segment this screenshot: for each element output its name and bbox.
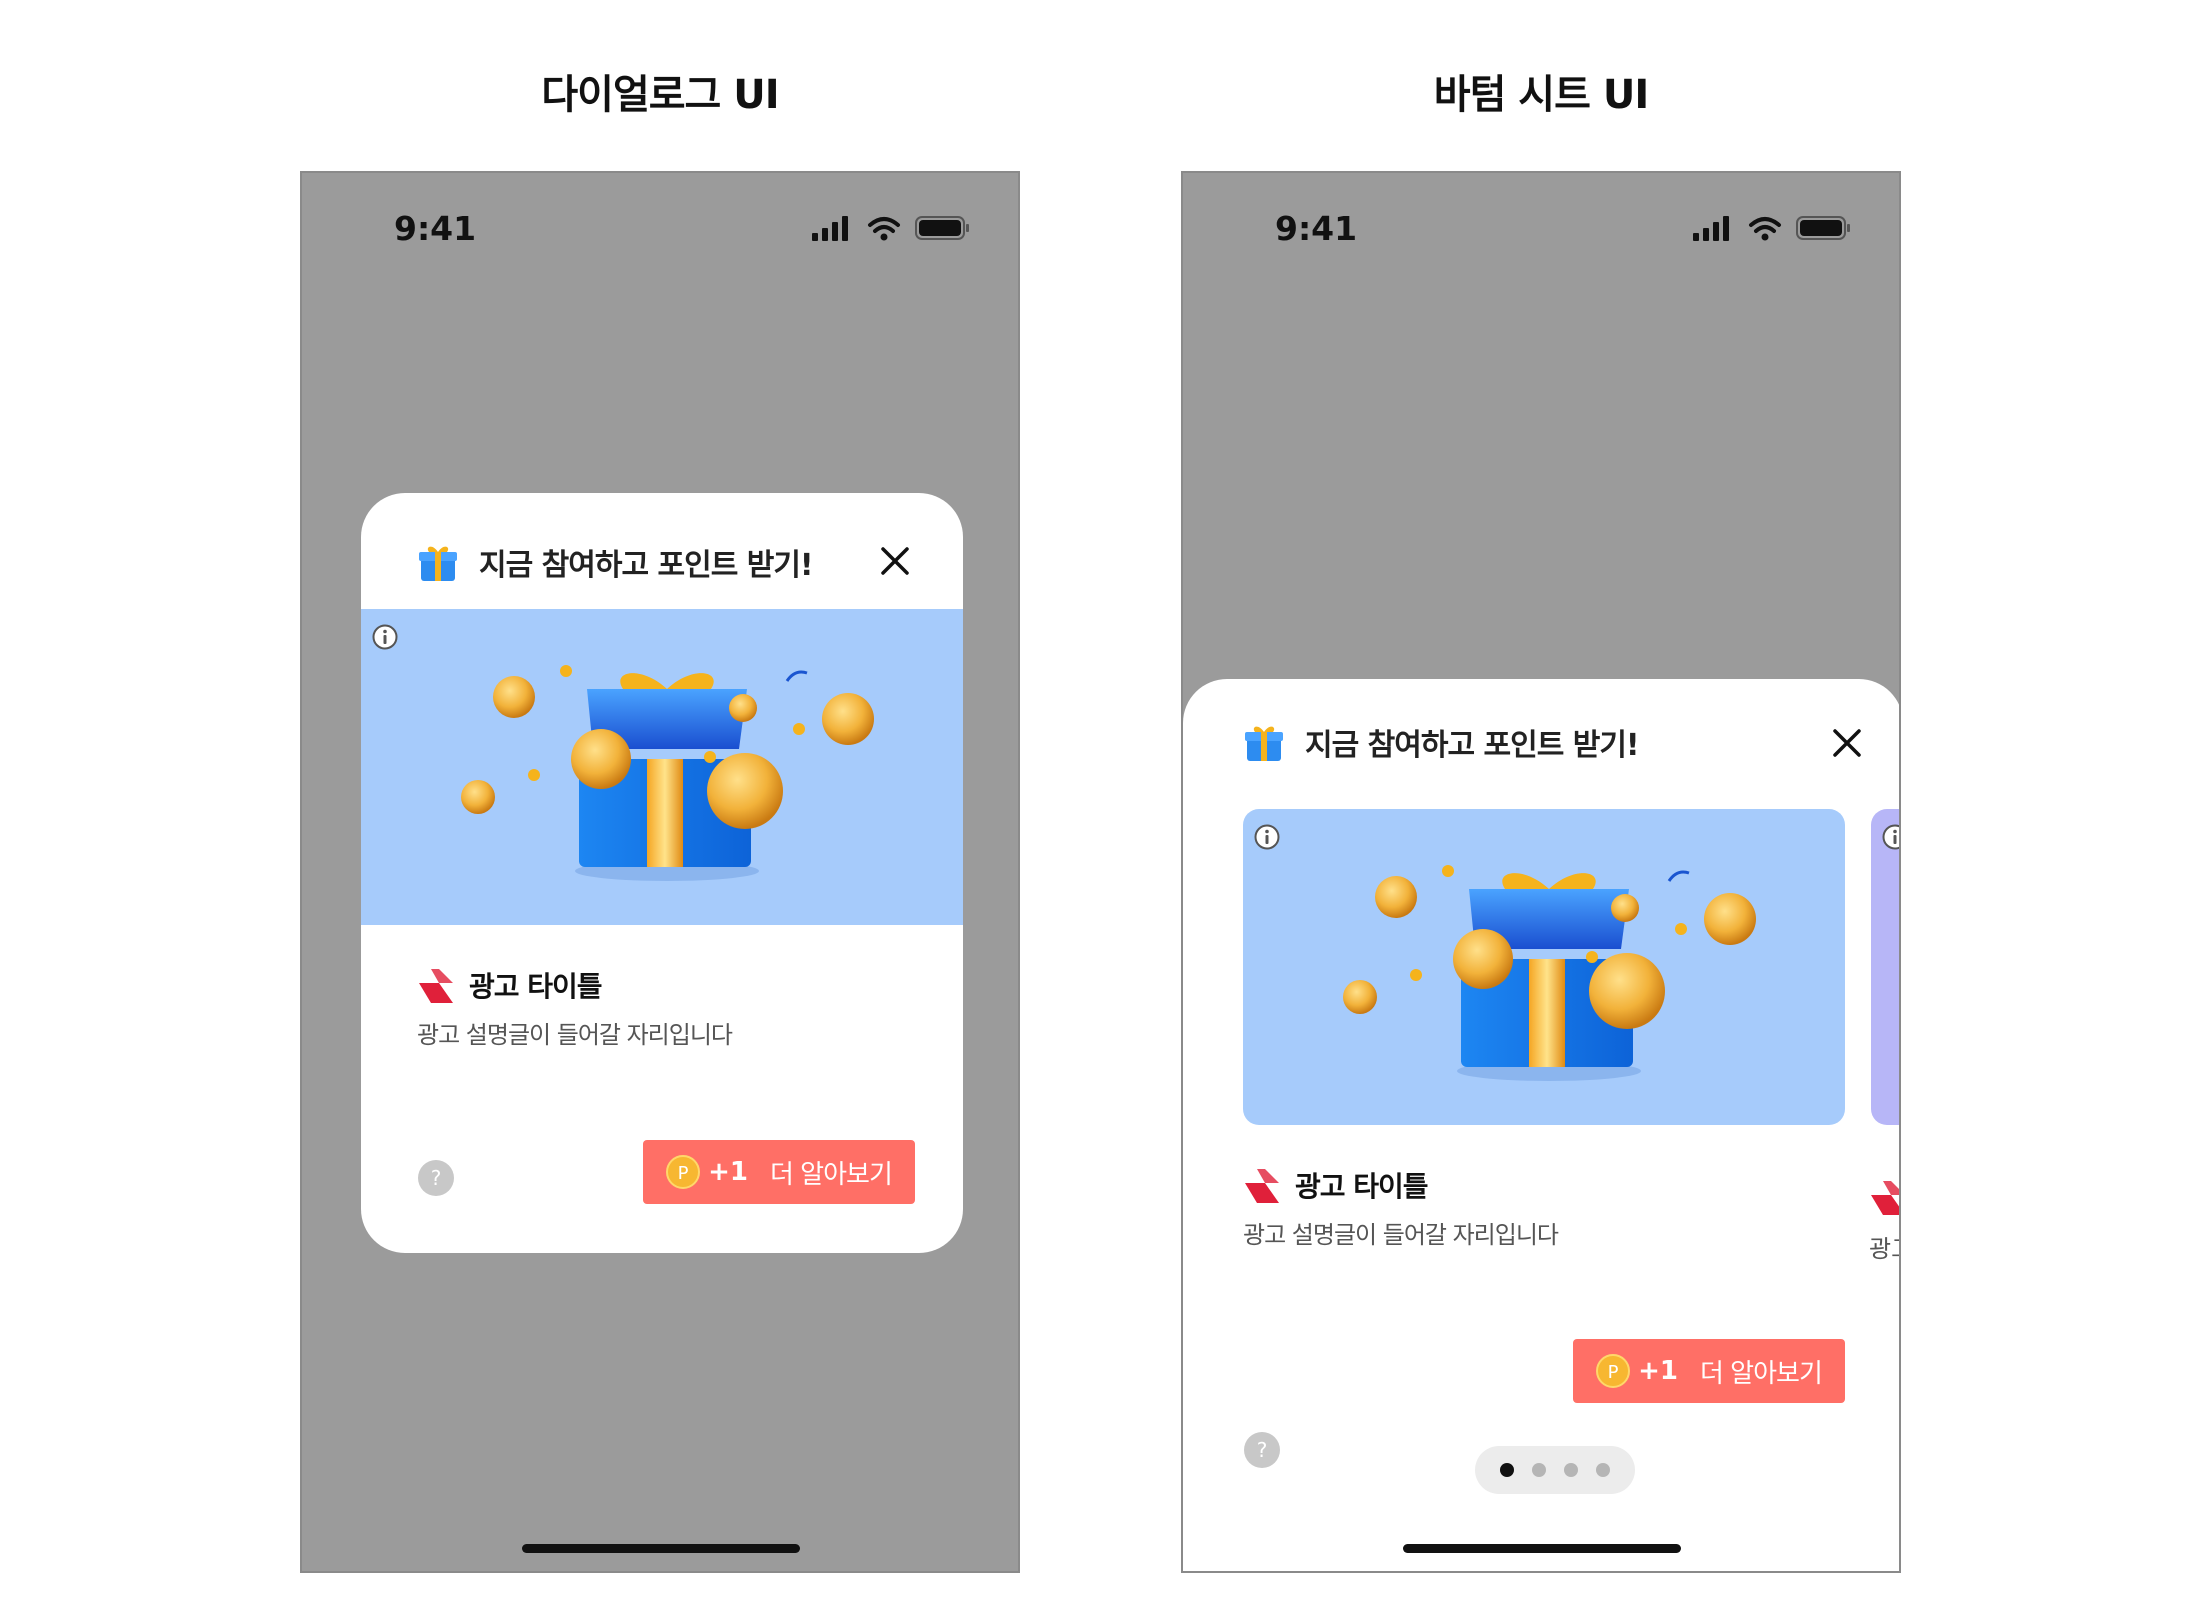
learn-more-label: 더 알아보기 [1700,1358,1823,1389]
close-icon[interactable] [879,545,911,577]
learn-more-label: 더 알아보기 [770,1159,893,1190]
learn-more-button[interactable]: P +1 더 알아보기 [1573,1339,1845,1403]
gift-icon [419,546,457,581]
phone-dialog-mockup: 9:41 지금 참여하고 포인트 받기! 광고 타이틀 광고 설명글이 들어갈 … [300,171,1020,1573]
wifi-icon [868,217,900,233]
signal-icon [812,216,848,241]
ad-banner-image[interactable] [361,609,963,925]
battery-icon [1796,216,1850,240]
next-ad-banner-peek[interactable] [1871,809,1901,1125]
sheet-header: 지금 참여하고 포인트 받기! [1243,719,1640,765]
next-ad-brand-logo [1871,1181,1899,1215]
svg-text:P: P [678,1163,689,1184]
phone-bottom-sheet-mockup: 9:41 지금 참여하고 포인트 받기! 광고 타이틀 광고 설명글이 들어갈 … [1181,171,1901,1573]
ad-brand-logo [419,969,453,1003]
home-indicator [522,1544,800,1553]
ad-banner-image[interactable] [1243,809,1845,1125]
ad-dialog: 지금 참여하고 포인트 받기! 광고 타이틀 광고 설명글이 들어갈 자리입니다… [361,493,963,1253]
carousel-pager [1475,1446,1635,1494]
reward-amount: +1 [1638,1356,1678,1386]
ad-title: 광고 타이틀 [1295,1170,1429,1203]
gift-box-illustration [1343,865,1756,1081]
info-icon[interactable] [1881,823,1901,851]
pager-dot[interactable] [1500,1463,1514,1477]
help-icon[interactable]: ? [1243,1431,1281,1469]
close-icon[interactable] [1831,727,1863,759]
gift-icon [1245,726,1283,761]
home-indicator [1403,1544,1681,1553]
battery-icon [915,216,969,240]
next-ad-description: 광고 [1869,1235,1899,1263]
sheet-title: 지금 참여하고 포인트 받기! [1305,728,1640,763]
help-icon[interactable]: ? [417,1159,455,1197]
pager-dot[interactable] [1564,1463,1578,1477]
ad-title-row: 광고 타이틀 [1243,1165,1429,1205]
svg-text:P: P [1608,1362,1619,1383]
coin-icon: P [666,1155,701,1189]
ad-description: 광고 설명글이 들어갈 자리입니다 [417,1021,733,1049]
status-time: 9:41 [1275,209,1358,248]
gift-box-illustration [461,665,874,881]
signal-icon [1693,216,1729,241]
pager-dot[interactable] [1532,1463,1546,1477]
coin-icon: P [1596,1354,1631,1388]
pager-dot[interactable] [1596,1463,1610,1477]
wifi-icon [1749,217,1781,233]
status-icons [812,216,969,241]
dialog-header: 지금 참여하고 포인트 받기! [417,539,814,585]
svg-text:?: ? [431,1166,442,1190]
reward-amount: +1 [708,1157,748,1187]
ad-title: 광고 타이틀 [469,970,603,1003]
ad-bottom-sheet: 지금 참여하고 포인트 받기! 광고 타이틀 광고 설명글이 들어갈 자리입니다… [1183,679,1901,1571]
dialog-ui-label: 다이얼로그 UI [541,72,779,118]
ad-title-row: 광고 타이틀 [417,965,603,1005]
dialog-title: 지금 참여하고 포인트 받기! [479,548,814,583]
svg-text:?: ? [1257,1438,1268,1462]
ad-brand-logo [1245,1169,1279,1203]
status-icons [1693,216,1850,241]
bottom-sheet-ui-label: 바텀 시트 UI [1433,72,1649,118]
ad-description: 광고 설명글이 들어갈 자리입니다 [1243,1221,1559,1249]
status-time: 9:41 [394,209,477,248]
learn-more-button[interactable]: P +1 더 알아보기 [643,1140,915,1204]
